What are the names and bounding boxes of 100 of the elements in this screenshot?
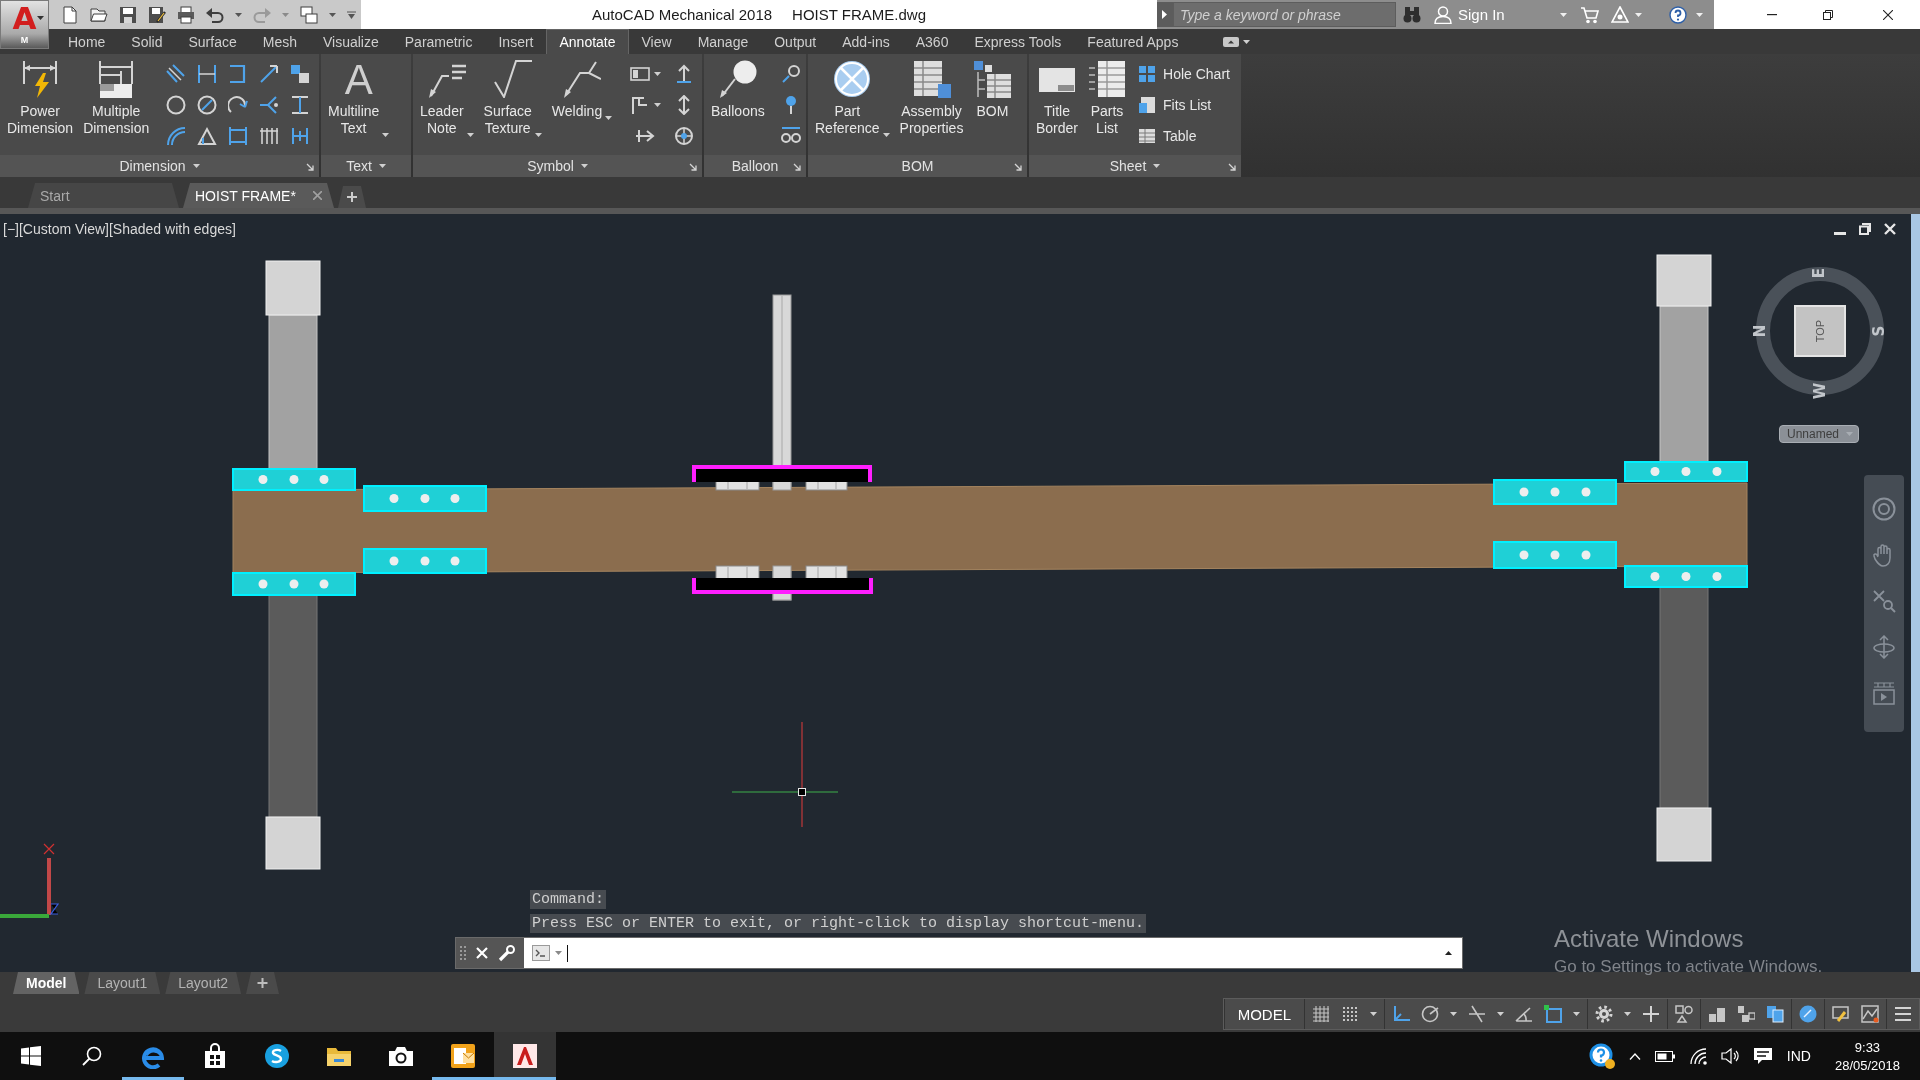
close-icon[interactable]: [1883, 9, 1893, 20]
orbit-icon[interactable]: [1872, 635, 1896, 659]
double-balloon-icon[interactable]: [780, 125, 801, 146]
plus-icon[interactable]: [1642, 1005, 1660, 1023]
wrench-icon[interactable]: [498, 944, 516, 962]
binoculars-icon[interactable]: [1403, 5, 1421, 24]
ribbon-tab[interactable]: Add-ins: [829, 29, 903, 54]
flag-lines-icon[interactable]: [629, 94, 650, 115]
branch-lines-icon[interactable]: [258, 94, 279, 115]
speaker-icon[interactable]: [1720, 1048, 1739, 1064]
open-folder-icon[interactable]: [90, 5, 108, 24]
ribbon-button[interactable]: Surface Texture: [480, 58, 545, 139]
circle-leader-icon[interactable]: [780, 63, 801, 84]
customize-menu-icon[interactable]: [347, 10, 356, 19]
ribbon-tab[interactable]: Output: [761, 29, 830, 54]
horizontal-dimension-icon[interactable]: [196, 63, 217, 84]
viewport-menu-link[interactable]: [Shaded with edges]: [108, 221, 236, 237]
ribbon-tab[interactable]: Visualize: [310, 29, 392, 54]
user-icon[interactable]: [1434, 5, 1452, 24]
bracket-icon[interactable]: [227, 63, 248, 84]
ribbon-tab[interactable]: Express Tools: [961, 29, 1075, 54]
angle-icon[interactable]: [1515, 1005, 1533, 1023]
print-icon[interactable]: [177, 5, 195, 24]
lock-blocks-icon[interactable]: [1737, 1005, 1755, 1023]
chevron-up-icon[interactable]: [1628, 1052, 1641, 1060]
shapes-icon[interactable]: [1675, 1005, 1693, 1023]
clock-date[interactable]: 28/05/2018: [1834, 1057, 1900, 1073]
vertical-dimension-icon[interactable]: [289, 94, 310, 115]
ribbon-button[interactable]: Assembly Properties: [896, 58, 967, 139]
caret-icon[interactable]: [1445, 951, 1452, 955]
polar-circle-icon[interactable]: [1421, 1005, 1439, 1023]
save-icon[interactable]: [119, 5, 137, 24]
square-marker-icon[interactable]: [1544, 1005, 1562, 1023]
dialog-launcher-icon[interactable]: [1228, 163, 1236, 171]
command-prompt-icon[interactable]: [532, 945, 550, 961]
clock-time[interactable]: 9:33: [1854, 1039, 1881, 1055]
cart-icon[interactable]: [1580, 5, 1599, 24]
dialog-launcher-icon[interactable]: [689, 163, 697, 171]
ribbon-tab[interactable]: Surface: [175, 29, 250, 54]
viewport-menu-link[interactable]: [−]: [3, 221, 19, 237]
ribbon-tab[interactable]: View: [628, 29, 685, 54]
chart-window-icon[interactable]: [1861, 1005, 1879, 1023]
grid-icon[interactable]: [1312, 1005, 1330, 1023]
restore-icon[interactable]: [1859, 223, 1871, 235]
ribbon-button[interactable]: A Multiline Text: [325, 58, 393, 139]
layout-tab[interactable]: Layout2: [165, 972, 242, 994]
ribbon-tab[interactable]: Annotate: [546, 29, 629, 54]
steering-wheel-icon[interactable]: [1872, 497, 1896, 521]
slashed-circle-icon[interactable]: [196, 94, 217, 115]
dialog-launcher-icon[interactable]: [1014, 163, 1022, 171]
triangle-network-icon[interactable]: [1610, 5, 1629, 24]
diagonal-dimension-icon[interactable]: [165, 63, 186, 84]
viewport-menu-link[interactable]: [Custom View]: [18, 221, 109, 237]
minimize-icon[interactable]: [1767, 13, 1777, 16]
wifi-icon[interactable]: [1688, 1047, 1707, 1065]
ribbon-button[interactable]: Power Dimension: [4, 58, 77, 139]
compass-label[interactable]: W: [1812, 382, 1829, 400]
monitor-brush-icon[interactable]: [1832, 1005, 1850, 1023]
ribbon-tab[interactable]: Featured Apps: [1074, 29, 1192, 54]
gear-icon[interactable]: [1595, 1005, 1613, 1023]
ribbon-tab[interactable]: Solid: [118, 29, 176, 54]
blocks-icon[interactable]: [1708, 1005, 1726, 1023]
frame-icon[interactable]: [227, 125, 248, 146]
diagonal-arrow-icon[interactable]: [258, 63, 279, 84]
layout-tab[interactable]: Model: [13, 972, 80, 994]
layout-tab[interactable]: Layout1: [84, 972, 161, 994]
layers-icon[interactable]: [1766, 1005, 1784, 1023]
panel-toggle-icon[interactable]: [1223, 36, 1240, 47]
notification-icon[interactable]: [1752, 1047, 1773, 1065]
dialog-launcher-icon[interactable]: [306, 163, 314, 171]
dot-grid-icon[interactable]: [1341, 1005, 1359, 1023]
search-field[interactable]: Type a keyword or phrase: [1173, 2, 1396, 27]
ribbon-tab[interactable]: A360: [902, 29, 962, 54]
ribbon-button[interactable]: Leader Note: [417, 58, 477, 139]
ribbon-small-button[interactable]: Fits List: [1135, 89, 1234, 120]
compass-label[interactable]: S: [1871, 325, 1888, 337]
search-icon[interactable]: [81, 1046, 102, 1066]
help-icon[interactable]: [1668, 5, 1687, 24]
corner-icon[interactable]: [1392, 1005, 1410, 1023]
ribbon-small-button[interactable]: Hole Chart: [1135, 58, 1234, 89]
ribbon-tab[interactable]: Home: [55, 29, 119, 54]
h-bars-icon[interactable]: [289, 125, 310, 146]
ribbon-button[interactable]: Part Reference: [812, 58, 893, 139]
dialog-launcher-icon[interactable]: [793, 163, 801, 171]
zoom-icon[interactable]: [1872, 589, 1896, 613]
viewcube-face[interactable]: TOP: [1794, 305, 1846, 357]
new-tab-plus-icon[interactable]: [338, 186, 366, 208]
ribbon-small-button[interactable]: Table: [1135, 120, 1234, 151]
ribbon-button[interactable]: Title Border: [1033, 58, 1081, 139]
arc-arrow-icon[interactable]: [227, 94, 248, 115]
triangle-icon[interactable]: [196, 125, 217, 146]
taskbar-app-button[interactable]: [494, 1032, 556, 1080]
comb-icon[interactable]: [258, 125, 279, 146]
ribbon-button[interactable]: Multiple Dimension: [80, 58, 153, 139]
film-icon[interactable]: [1872, 681, 1896, 705]
ribbon-tab[interactable]: Insert: [485, 29, 547, 54]
filled-circle-icon[interactable]: [1799, 1005, 1817, 1023]
crossed-lines-icon[interactable]: [1468, 1005, 1486, 1023]
save-as-icon[interactable]: [148, 5, 166, 24]
model-space-button[interactable]: MODEL: [1231, 1005, 1297, 1023]
